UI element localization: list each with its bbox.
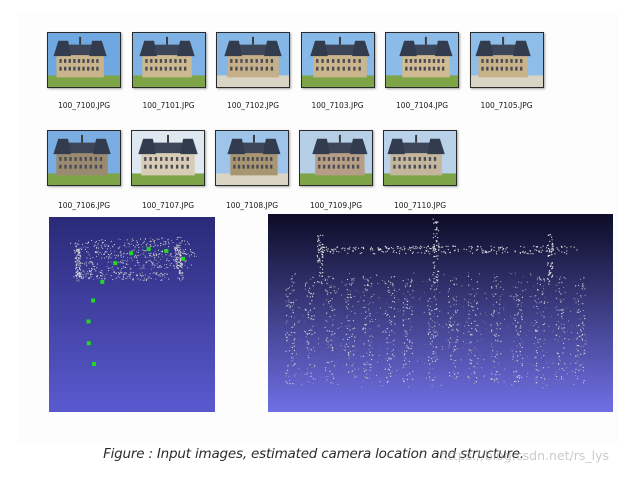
structure-view (268, 214, 613, 412)
camera-marker (164, 249, 169, 253)
building-photo (132, 131, 204, 185)
image-filename: 100_7101.JPG (142, 101, 195, 110)
camera-marker (113, 261, 118, 266)
image-filename: 100_7107.JPG (141, 201, 195, 210)
building-photo (216, 131, 288, 185)
image-filename: 100_7106.JPG (57, 201, 111, 210)
input-image-thumbnail (300, 32, 375, 88)
image-filename: 100_7109.JPG (309, 201, 363, 210)
camera-marker (91, 298, 96, 303)
building-photo (132, 33, 205, 87)
input-image-thumbnail (47, 130, 121, 186)
image-filename: 100_7108.JPG (225, 201, 279, 210)
input-image-thumbnail (47, 32, 121, 88)
building-photo (48, 131, 120, 185)
building-photo (300, 131, 372, 185)
image-filename: 100_7110.JPG (393, 201, 447, 210)
building-photo (217, 33, 289, 87)
building-photo (386, 33, 458, 87)
input-image-thumbnail (385, 32, 459, 88)
building-photo (384, 131, 456, 185)
camera-marker (146, 247, 151, 252)
camera-marker (86, 341, 91, 346)
input-image-thumbnail (131, 130, 205, 186)
image-filename: 100_7102.JPG (226, 101, 280, 110)
input-image-thumbnail (215, 130, 289, 186)
input-image-thumbnail (383, 130, 457, 186)
watermark: https://blog.csdn.net/rs_lys (440, 448, 609, 463)
building-photo (470, 33, 543, 87)
input-image-thumbnail (469, 32, 544, 88)
building-photo (48, 33, 120, 87)
image-filename: 100_7103.JPG (311, 101, 364, 110)
image-filename: 100_7100.JPG (57, 101, 111, 110)
input-image-thumbnail (299, 130, 373, 186)
camera-location-view (49, 217, 215, 412)
camera-marker (181, 256, 185, 261)
camera-marker (100, 279, 105, 284)
image-filename: 100_7104.JPG (395, 101, 449, 110)
image-filename: 100_7105.JPG (480, 101, 533, 110)
camera-marker (92, 362, 96, 366)
camera-location-canvas (49, 217, 215, 412)
view-background (268, 214, 613, 412)
building-photo (301, 33, 374, 87)
structure-canvas (268, 214, 613, 412)
input-image-thumbnail (131, 32, 206, 88)
camera-marker (86, 319, 91, 324)
view-background (49, 217, 215, 412)
camera-marker (129, 251, 134, 256)
input-image-thumbnail (216, 32, 290, 88)
